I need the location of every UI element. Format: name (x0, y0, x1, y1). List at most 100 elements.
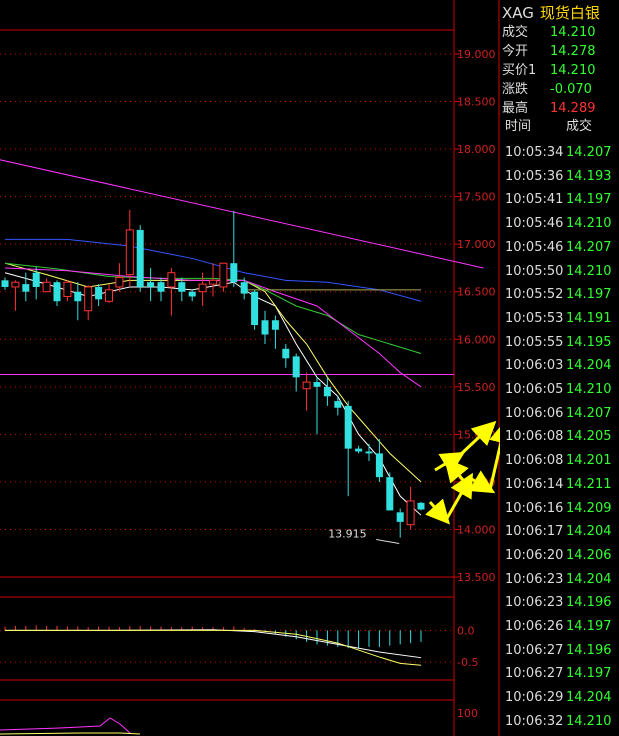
trade-time: 10:05:46 (505, 239, 564, 255)
candle-body (282, 348, 290, 359)
trade-row[interactable]: 10:06:05 14.210 (500, 378, 619, 402)
trade-row[interactable]: 10:06:08 14.205 (500, 425, 619, 449)
trade-row[interactable]: 10:05:53 14.191 (500, 307, 619, 331)
trade-row[interactable]: 10:05:46 14.210 (500, 212, 619, 236)
candle-body (167, 272, 176, 288)
trade-time: 10:06:27 (505, 642, 564, 658)
price-column-header: 成交 (566, 119, 593, 134)
annotation-arrow (444, 457, 469, 484)
candle-body (125, 229, 134, 276)
annotation-arrow (425, 498, 450, 525)
trade-time: 10:05:34 (505, 145, 564, 160)
indicator-tick-label: 0.0 (457, 624, 475, 637)
min-pointer (376, 539, 400, 545)
candle-body (261, 320, 269, 335)
trade-row[interactable]: 10:05:46 14.207 (500, 236, 619, 260)
trade-time: 10:05:55 (505, 334, 564, 350)
trade-row[interactable]: 10:06:27 14.197 (500, 662, 619, 686)
trade-time: 10:05:41 (505, 192, 564, 208)
quote-label: 买价1 (502, 63, 537, 78)
candle-body (313, 382, 321, 387)
symbol-name: 现货白银 (539, 4, 600, 22)
candle-body (355, 448, 363, 452)
quote-label: 成交 (502, 25, 529, 40)
quote-value: -0.070 (550, 82, 592, 97)
candle-body (53, 282, 61, 302)
trade-price: 14.210 (566, 382, 612, 397)
quote-value: 14.278 (550, 44, 596, 59)
y-tick-label: 19.000 (457, 48, 496, 61)
candle-body (386, 477, 394, 511)
trade-time: 10:06:17 (505, 524, 564, 540)
indicator-tick-label: -0.5 (457, 656, 478, 669)
trade-row[interactable]: 10:05:52 14.197 (500, 283, 619, 307)
candle-body (22, 284, 30, 292)
trade-row[interactable]: 10:05:34 14.207 (500, 141, 619, 165)
time-column-header: 时间 (505, 119, 532, 134)
candle-body (95, 286, 103, 300)
trade-time: 10:06:06 (505, 405, 564, 421)
trade-row[interactable]: 10:05:36 14.193 (500, 165, 619, 189)
y-tick-label: 17.500 (457, 191, 496, 204)
trade-price: 14.209 (566, 500, 612, 516)
candle-body (84, 286, 93, 312)
candle-body (188, 291, 196, 297)
candle-body (406, 500, 415, 526)
candle-body (417, 502, 425, 510)
candle-body (136, 229, 144, 287)
y-tick-label: 13.500 (457, 571, 496, 584)
trade-price: 14.197 (566, 666, 612, 682)
candle-body (240, 282, 248, 294)
trade-row[interactable]: 10:05:50 14.210 (500, 260, 619, 284)
y-tick-label: 16.500 (457, 286, 496, 299)
trade-price: 14.196 (566, 642, 612, 658)
trade-price: 14.195 (566, 334, 612, 350)
trade-row[interactable]: 10:06:23 14.196 (500, 591, 619, 615)
trade-price: 14.201 (566, 453, 612, 469)
candle-body (271, 320, 279, 330)
quote-row: 今开 14.278 (502, 43, 616, 61)
trade-time: 10:06:26 (505, 619, 564, 634)
trade-price: 14.204 (566, 690, 612, 706)
symbol-header: XAG 现货白银 (502, 2, 600, 23)
trade-row[interactable]: 10:05:41 14.197 (500, 188, 619, 212)
y-tick-label: 14.000 (457, 523, 496, 536)
y-tick-label: 17.000 (457, 238, 496, 251)
candle-body (334, 401, 342, 408)
trade-row[interactable]: 10:06:08 14.201 (500, 449, 619, 473)
candle-body (42, 281, 51, 293)
candle-body (230, 263, 238, 283)
trade-time: 10:06:32 (505, 713, 564, 729)
trade-row[interactable]: 10:06:17 14.204 (500, 520, 619, 544)
candle-body (198, 283, 207, 293)
candle-body (323, 386, 331, 397)
trade-time: 10:06:23 (505, 571, 564, 587)
ma-line-ma5 (4, 272, 422, 516)
trade-row[interactable]: 10:06:23 14.204 (500, 568, 619, 592)
candle-body (105, 289, 113, 302)
candle-body (115, 276, 124, 288)
trade-row[interactable]: 10:06:14 14.211 (500, 473, 619, 497)
candle-body (11, 281, 20, 288)
trade-row[interactable]: 10:06:06 14.207 (500, 402, 619, 426)
trade-price: 14.193 (566, 168, 612, 184)
trade-row[interactable]: 10:05:55 14.195 (500, 331, 619, 355)
trade-row[interactable]: 10:06:27 14.196 (500, 639, 619, 663)
trade-price: 14.211 (566, 476, 612, 492)
trade-row[interactable]: 10:06:16 14.209 (500, 497, 619, 521)
trade-time: 10:06:08 (505, 453, 564, 469)
candle-body (344, 405, 352, 449)
candle-body (209, 279, 217, 285)
trade-row[interactable]: 10:06:26 14.197 (500, 615, 619, 639)
trade-row[interactable]: 10:06:20 14.206 (500, 544, 619, 568)
trade-row[interactable]: 10:06:03 14.204 (500, 354, 619, 378)
trade-price: 14.210 (566, 713, 612, 729)
y-tick-label: 18.000 (457, 143, 496, 156)
trade-time: 10:06:14 (505, 476, 564, 492)
trade-row[interactable]: 10:06:29 14.204 (500, 686, 619, 710)
candle-body (178, 282, 186, 292)
trade-time: 10:06:05 (505, 382, 564, 397)
trade-time: 10:06:29 (505, 690, 564, 706)
trade-price: 14.191 (566, 310, 612, 326)
trade-row[interactable]: 10:06:32 14.210 (500, 710, 619, 734)
